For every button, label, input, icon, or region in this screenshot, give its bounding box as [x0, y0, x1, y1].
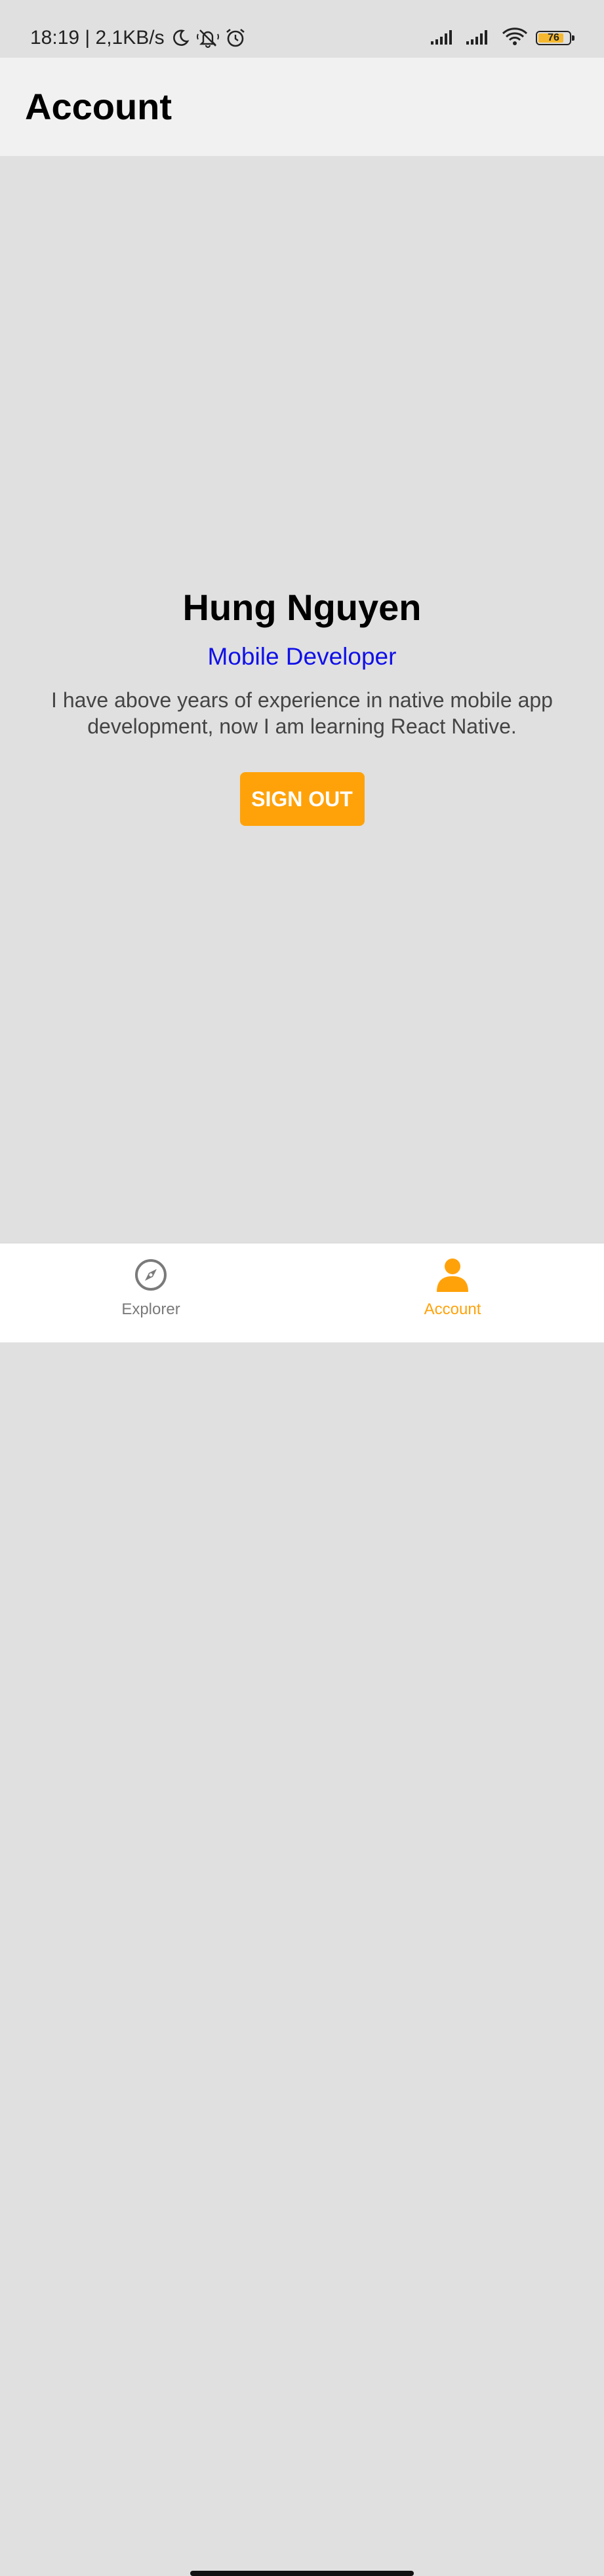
tab-label-explorer: Explorer	[121, 1300, 180, 1318]
status-right: 76	[431, 25, 574, 51]
wifi-icon	[502, 27, 528, 50]
bottom-tab-bar: Explorer Account	[0, 1243, 604, 2576]
main-content: Hung Nguyen Mobile Developer I have abov…	[0, 156, 604, 1243]
battery-icon: 76	[536, 31, 574, 45]
signal-icon	[466, 28, 494, 49]
profile-name: Hung Nguyen	[182, 587, 422, 628]
profile-section: Hung Nguyen Mobile Developer I have abov…	[0, 586, 604, 826]
sign-out-button[interactable]: SIGN OUT	[239, 772, 365, 826]
compass-icon	[132, 1257, 169, 1293]
person-icon	[434, 1257, 471, 1293]
app-header: Account	[0, 58, 604, 156]
tab-explorer[interactable]: Explorer	[85, 1257, 216, 1319]
signal-icon	[431, 28, 458, 49]
page-title: Account	[25, 86, 172, 127]
profile-role: Mobile Developer	[207, 643, 397, 670]
home-indicator[interactable]	[190, 2571, 414, 2576]
bell-off-icon	[196, 26, 220, 50]
tab-account[interactable]: Account	[387, 1257, 518, 1319]
tab-label-account: Account	[424, 1300, 481, 1318]
status-time-speed: 18:19 | 2,1KB/s	[30, 27, 165, 49]
battery-level: 76	[548, 32, 559, 43]
moon-icon	[169, 26, 192, 50]
alarm-icon	[224, 26, 247, 50]
status-left: 18:19 | 2,1KB/s	[30, 25, 247, 51]
profile-bio: I have above years of experience in nati…	[51, 688, 553, 738]
status-bar: 18:19 | 2,1KB/s 76	[0, 0, 604, 58]
